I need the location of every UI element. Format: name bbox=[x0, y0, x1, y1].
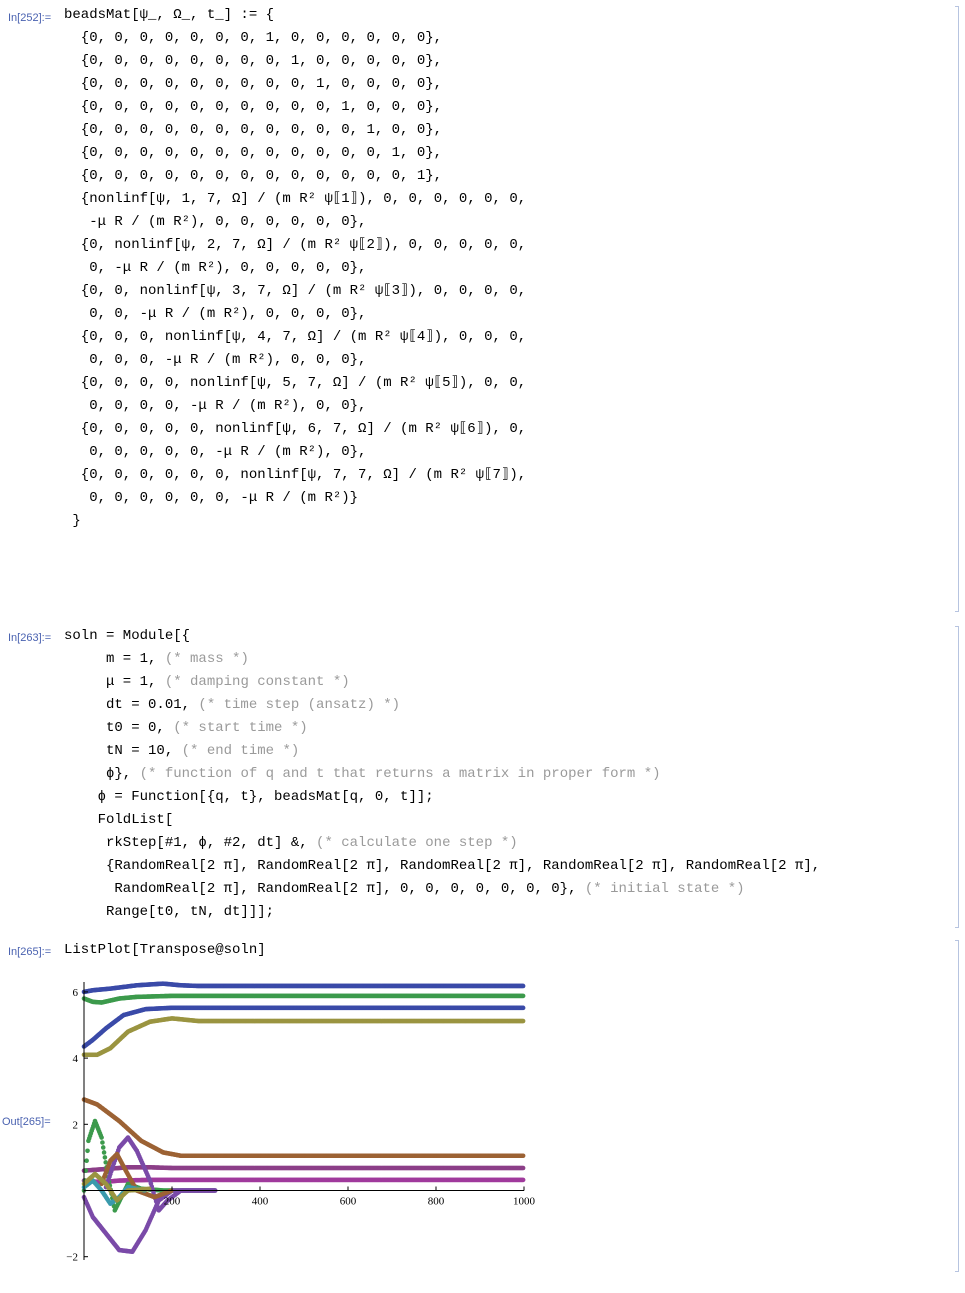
code-line[interactable]: {0, 0, 0, 0, 0, 0, 0, 0, 1, 0, 0, 0, 0, … bbox=[64, 50, 526, 73]
code-line[interactable]: {0, 0, 0, 0, 0, 0, 0, 0, 0, 0, 0, 1, 0, … bbox=[64, 119, 526, 142]
data-point bbox=[520, 1005, 526, 1011]
data-point bbox=[100, 1145, 106, 1150]
code-line[interactable]: {0, 0, 0, 0, 0, 0, nonlinf[ψ, 7, 7, Ω] /… bbox=[64, 464, 526, 487]
input-label-1: In[252]:= bbox=[8, 12, 52, 24]
cell-bracket-1[interactable] bbox=[955, 6, 959, 612]
data-point bbox=[520, 983, 526, 989]
code-line[interactable]: } bbox=[64, 510, 526, 533]
code-line[interactable]: t0 = 0, (* start time *) bbox=[64, 717, 820, 740]
x-tick-label: 1000 bbox=[513, 1196, 536, 1208]
data-point bbox=[520, 993, 526, 999]
code-line[interactable]: {0, 0, 0, nonlinf[ψ, 4, 7, Ω] / (m R² ψ⟦… bbox=[64, 326, 526, 349]
data-point bbox=[520, 1153, 526, 1159]
code-line[interactable]: 0, 0, -μ R / (m R²), 0, 0, 0, 0}, bbox=[64, 303, 526, 326]
data-point bbox=[520, 1165, 526, 1171]
data-point bbox=[100, 1140, 105, 1145]
data-point bbox=[84, 1158, 89, 1164]
x-tick-label: 400 bbox=[252, 1196, 269, 1208]
code-cell-soln[interactable]: soln = Module[{ m = 1, (* mass *) μ = 1,… bbox=[64, 625, 820, 924]
code-line[interactable]: dt = 0.01, (* time step (ansatz) *) bbox=[64, 694, 820, 717]
code-line[interactable]: Range[t0, tN, dt]]]; bbox=[64, 901, 820, 924]
code-line[interactable]: 0, 0, 0, 0, 0, 0, -μ R / (m R²)} bbox=[64, 487, 526, 510]
code-line[interactable]: 0, 0, 0, 0, 0, -μ R / (m R²), 0}, bbox=[64, 441, 526, 464]
series-1 bbox=[81, 993, 526, 1005]
series-4 bbox=[81, 1097, 526, 1159]
code-line[interactable]: 0, -μ R / (m R²), 0, 0, 0, 0, 0}, bbox=[64, 257, 526, 280]
x-tick-label: 800 bbox=[428, 1196, 445, 1208]
series-3 bbox=[81, 1016, 526, 1058]
code-cell-listplot[interactable]: ListPlot[Transpose@soln] bbox=[64, 939, 266, 962]
code-line[interactable]: 0, 0, 0, 0, -μ R / (m R²), 0, 0}, bbox=[64, 395, 526, 418]
data-point bbox=[101, 1150, 107, 1155]
data-point bbox=[99, 1135, 104, 1140]
code-line[interactable]: {0, 0, 0, 0, 0, 0, 0, 1, 0, 0, 0, 0, 0, … bbox=[64, 27, 526, 50]
code-line[interactable]: beadsMat[ψ_, Ω_, t_] := { bbox=[64, 4, 526, 27]
code-line[interactable]: ϕ = Function[{q, t}, beadsMat[q, 0, t]]; bbox=[64, 786, 820, 809]
series-2 bbox=[81, 1005, 526, 1049]
data-point bbox=[520, 1018, 526, 1024]
code-line[interactable]: {0, 0, 0, 0, nonlinf[ψ, 5, 7, Ω] / (m R²… bbox=[64, 372, 526, 395]
code-cell-beadsmat[interactable]: beadsMat[ψ_, Ω_, t_] := { {0, 0, 0, 0, 0… bbox=[64, 4, 526, 533]
cell-bracket-3[interactable] bbox=[955, 940, 959, 1272]
cell-bracket-2[interactable] bbox=[955, 626, 959, 928]
code-line[interactable]: RandomReal[2 π], RandomReal[2 π], 0, 0, … bbox=[64, 878, 820, 901]
code-line[interactable]: {RandomReal[2 π], RandomReal[2 π], Rando… bbox=[64, 855, 820, 878]
input-label-3: In[265]:= bbox=[8, 946, 52, 958]
data-point bbox=[102, 1155, 108, 1160]
y-tick-label: 2 bbox=[73, 1119, 79, 1131]
y-tick-label: 6 bbox=[73, 987, 79, 999]
x-tick-label: 600 bbox=[340, 1196, 357, 1208]
code-line[interactable]: {0, 0, 0, 0, 0, 0, 0, 0, 0, 1, 0, 0, 0, … bbox=[64, 73, 526, 96]
code-line[interactable]: {0, 0, 0, 0, 0, 0, 0, 0, 0, 0, 1, 0, 0, … bbox=[64, 96, 526, 119]
code-line[interactable]: {0, 0, nonlinf[ψ, 3, 7, Ω] / (m R² ψ⟦3⟧)… bbox=[64, 280, 526, 303]
input-label-2: In[263]:= bbox=[8, 632, 52, 644]
code-line[interactable]: soln = Module[{ bbox=[64, 625, 820, 648]
code-line[interactable]: rkStep[#1, ϕ, #2, dt] &, (* calculate on… bbox=[64, 832, 820, 855]
code-line[interactable]: μ = 1, (* damping constant *) bbox=[64, 671, 820, 694]
data-point bbox=[520, 1177, 526, 1183]
x-tick-label: 200 bbox=[164, 1196, 181, 1208]
code-line[interactable]: 0, 0, 0, -μ R / (m R²), 0, 0, 0}, bbox=[64, 349, 526, 372]
series-0 bbox=[81, 981, 526, 995]
code-line[interactable]: m = 1, (* mass *) bbox=[64, 648, 820, 671]
code-line[interactable]: {0, 0, 0, 0, 0, 0, 0, 0, 0, 0, 0, 0, 1, … bbox=[64, 142, 526, 165]
y-tick-label: 4 bbox=[73, 1053, 79, 1065]
code-line[interactable]: tN = 10, (* end time *) bbox=[64, 740, 820, 763]
output-label: Out[265]= bbox=[2, 1116, 51, 1128]
code-line[interactable]: ListPlot[Transpose@soln] bbox=[64, 939, 266, 962]
code-line[interactable]: {0, nonlinf[ψ, 2, 7, Ω] / (m R² ψ⟦2⟧), 0… bbox=[64, 234, 526, 257]
list-plot[interactable]: 200 400 600 800 1000 −2 2 4 6 bbox=[58, 970, 538, 1270]
code-line[interactable]: FoldList[ bbox=[64, 809, 820, 832]
code-line[interactable]: {0, 0, 0, 0, 0, nonlinf[ψ, 6, 7, Ω] / (m… bbox=[64, 418, 526, 441]
code-line[interactable]: -μ R / (m R²), 0, 0, 0, 0, 0, 0}, bbox=[64, 211, 526, 234]
code-line[interactable]: {0, 0, 0, 0, 0, 0, 0, 0, 0, 0, 0, 0, 0, … bbox=[64, 165, 526, 188]
data-point bbox=[85, 1148, 90, 1154]
code-line[interactable]: {nonlinf[ψ, 1, 7, Ω] / (m R² ψ⟦1⟧), 0, 0… bbox=[64, 188, 526, 211]
code-line[interactable]: ϕ}, (* function of q and t that returns … bbox=[64, 763, 820, 786]
series-8 bbox=[81, 1188, 218, 1255]
y-tick-label: −2 bbox=[66, 1252, 78, 1264]
